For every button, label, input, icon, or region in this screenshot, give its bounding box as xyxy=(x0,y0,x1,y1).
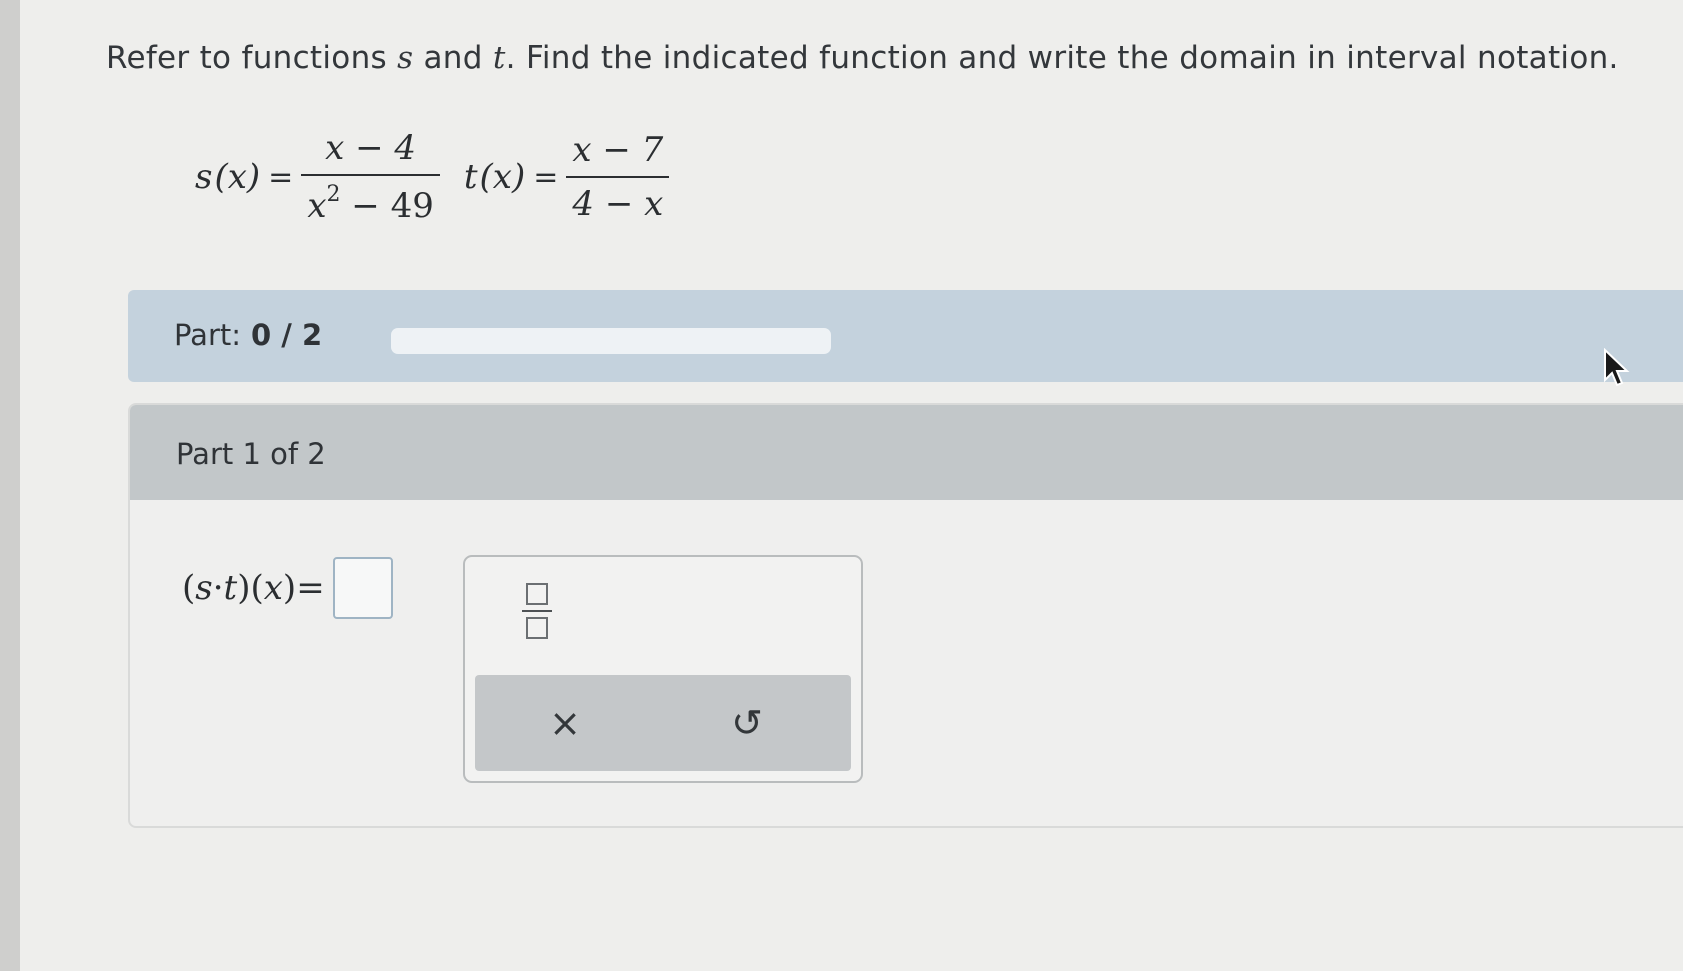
s-den-base: x xyxy=(307,186,327,226)
undo-button[interactable]: ↺ xyxy=(717,695,777,751)
instructions-text-and: and xyxy=(423,40,483,76)
t-denominator: 4 − x xyxy=(572,184,664,224)
clear-button[interactable]: × xyxy=(535,695,595,751)
fraction-denominator-slot xyxy=(526,617,548,639)
t-fraction: x − 7 4 − x xyxy=(566,130,670,224)
function-definitions: s (x) = x − 4 x2 − 49 t (x) = x − 7 4 − … xyxy=(195,122,693,232)
answer-var-x: x xyxy=(263,568,283,608)
answer-expression: (s · t)(x) = xyxy=(182,557,393,619)
progress-label-text: Part: xyxy=(174,318,242,352)
s-denominator: x2 − 49 xyxy=(301,176,440,226)
t-numerator: x − 7 xyxy=(572,130,664,170)
part-header: Part 1 of 2 xyxy=(130,405,1683,500)
answer-open-paren: ( xyxy=(182,568,196,608)
answer-equals: = xyxy=(296,568,325,608)
problem-page: Refer to functions s and t. Find the ind… xyxy=(20,0,1683,971)
t-function-name: t xyxy=(463,157,478,197)
answer-dot: · xyxy=(212,568,224,608)
problem-instructions: Refer to functions s and t. Find the ind… xyxy=(106,40,1619,76)
mouse-cursor-icon xyxy=(1604,348,1630,387)
instructions-text-1: Refer to functions xyxy=(106,40,387,76)
part-progress-bar: Part: 0 / 2 xyxy=(128,290,1683,382)
answer-var-s: s xyxy=(195,568,213,608)
progress-label: Part: 0 / 2 xyxy=(174,318,322,352)
instructions-text-2: . Find the indicated function and write … xyxy=(505,40,1619,76)
t-equals: = xyxy=(533,159,559,195)
progress-track xyxy=(391,328,831,354)
instructions-var-s: s xyxy=(397,40,414,76)
screen-left-edge xyxy=(0,0,20,971)
fraction-numerator-slot xyxy=(526,583,548,605)
s-equals: = xyxy=(268,159,294,195)
s-function-name: s xyxy=(195,157,213,197)
fraction-template-icon[interactable] xyxy=(517,583,557,649)
math-tool-palette: × ↺ xyxy=(463,555,863,783)
s-numerator: x − 4 xyxy=(325,128,417,168)
answer-close-paren: ) xyxy=(282,568,297,608)
answer-input[interactable] xyxy=(332,557,393,619)
s-den-exponent: 2 xyxy=(326,182,341,207)
answer-mid-paren: )( xyxy=(237,568,264,608)
instructions-var-t: t xyxy=(492,40,506,76)
palette-actions: × ↺ xyxy=(475,675,851,771)
t-function-arg: (x) xyxy=(479,157,526,197)
part-panel: Part 1 of 2 (s · t)(x) = × ↺ xyxy=(128,403,1683,828)
s-fraction: x − 4 x2 − 49 xyxy=(301,128,440,226)
fraction-bar xyxy=(522,610,552,612)
progress-value: 0 / 2 xyxy=(251,318,323,352)
answer-var-t: t xyxy=(223,568,238,608)
s-function-arg: (x) xyxy=(214,157,261,197)
part-header-label: Part 1 of 2 xyxy=(176,437,326,471)
s-den-rest: − 49 xyxy=(340,186,434,226)
